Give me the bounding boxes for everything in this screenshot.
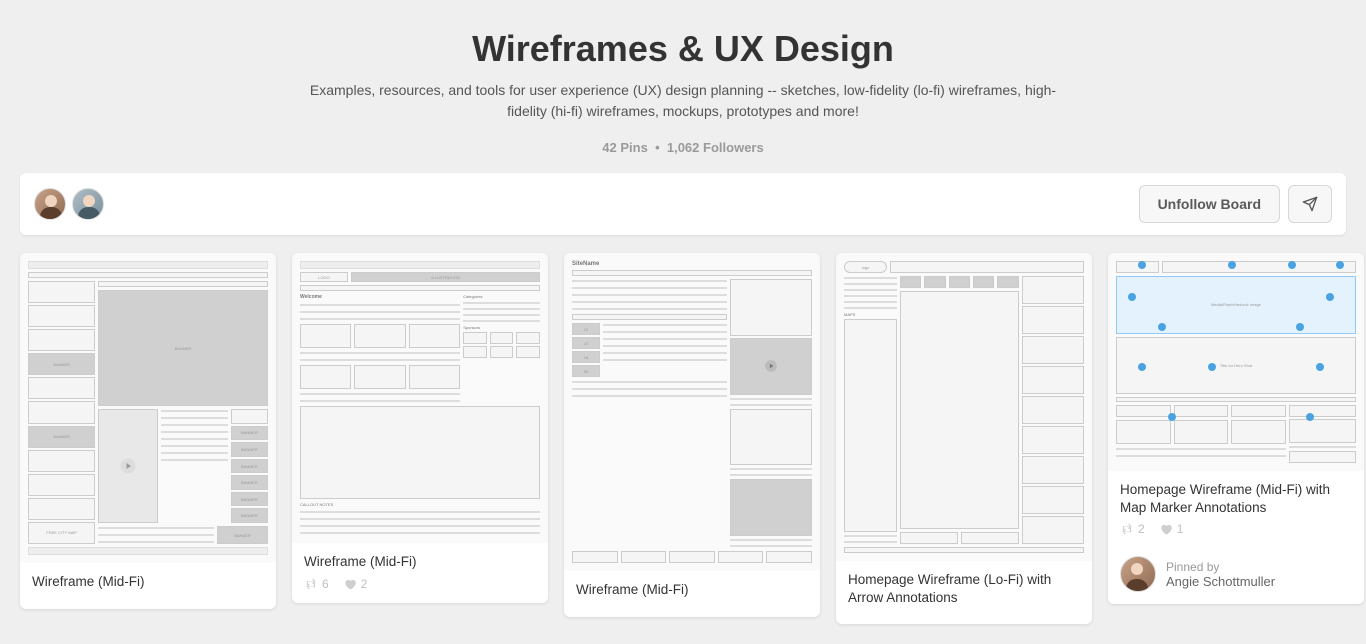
pin-image: logo MAPS [836,253,1092,561]
heart-icon [1159,522,1173,536]
repin-stat: 2 [1120,522,1145,536]
like-stat: 2 [343,577,368,591]
pin-card[interactable]: Media/Flash/Hedonic Image Title for Hero… [1108,253,1364,604]
pin-meta: Wireframe (Mid-Fi) [20,563,276,609]
pin-title: Homepage Wireframe (Lo-Fi) with Arrow An… [848,571,1080,606]
like-count: 1 [1177,522,1184,536]
repin-icon [1120,522,1134,536]
pin-card[interactable]: logo MAPS [836,253,1092,624]
pin-image: LOGOILLUSTRATION Welcome Categories [292,253,548,543]
board-stats: 42 Pins • 1,062 Followers [20,140,1346,155]
pin-card[interactable]: LOGOILLUSTRATION Welcome Categories [292,253,548,603]
repin-stat: 6 [304,577,329,591]
repin-count: 2 [1138,522,1145,536]
avatar[interactable] [34,188,66,220]
pin-title: Wireframe (Mid-Fi) [32,573,264,591]
pins-count: 42 [602,140,616,155]
pin-meta: Wireframe (Mid-Fi) [564,571,820,617]
paper-plane-icon [1301,196,1319,212]
like-count: 2 [361,577,368,591]
pin-meta: Homepage Wireframe (Lo-Fi) with Arrow An… [836,561,1092,624]
pin-meta: Wireframe (Mid-Fi) 6 2 [292,543,548,603]
pin-meta: Homepage Wireframe (Mid-Fi) with Map Mar… [1108,471,1364,548]
pins-grid: BANNER BANNER FREE CITY MAP BANNER [0,253,1366,644]
pin-title: Wireframe (Mid-Fi) [576,581,808,599]
pin-image: BANNER BANNER FREE CITY MAP BANNER [20,253,276,563]
like-stat: 1 [1159,522,1184,536]
stats-separator: • [655,140,660,155]
pin-stats: 2 1 [1120,522,1352,536]
pinned-by[interactable]: Pinned by Angie Schottmuller [1108,548,1364,604]
pin-card[interactable]: BANNER BANNER FREE CITY MAP BANNER [20,253,276,609]
repin-count: 6 [322,577,329,591]
pin-title: Homepage Wireframe (Mid-Fi) with Map Mar… [1120,481,1352,516]
board-title: Wireframes & UX Design [20,28,1346,70]
pin-title: Wireframe (Mid-Fi) [304,553,536,571]
action-buttons: Unfollow Board [1139,185,1332,223]
send-button[interactable] [1288,185,1332,223]
followers-count: 1,062 [667,140,700,155]
pins-label: Pins [620,140,647,155]
avatar[interactable] [72,188,104,220]
pinner-avatar [1120,556,1156,592]
unfollow-button[interactable]: Unfollow Board [1139,185,1280,223]
board-description: Examples, resources, and tools for user … [303,80,1063,122]
followers-label: Followers [703,140,764,155]
repin-icon [304,577,318,591]
heart-icon [343,577,357,591]
pinned-by-label: Pinned by [1166,560,1275,574]
action-bar: Unfollow Board [20,173,1346,235]
board-header: Wireframes & UX Design Examples, resourc… [0,0,1366,173]
pin-stats: 6 2 [304,577,536,591]
pin-card[interactable]: SiteName 12231505 [564,253,820,617]
pinner-name: Angie Schottmuller [1166,574,1275,589]
pin-image: Media/Flash/Hedonic Image Title for Hero… [1108,253,1364,471]
pin-image: SiteName 12231505 [564,253,820,571]
contributor-avatars [34,188,104,220]
